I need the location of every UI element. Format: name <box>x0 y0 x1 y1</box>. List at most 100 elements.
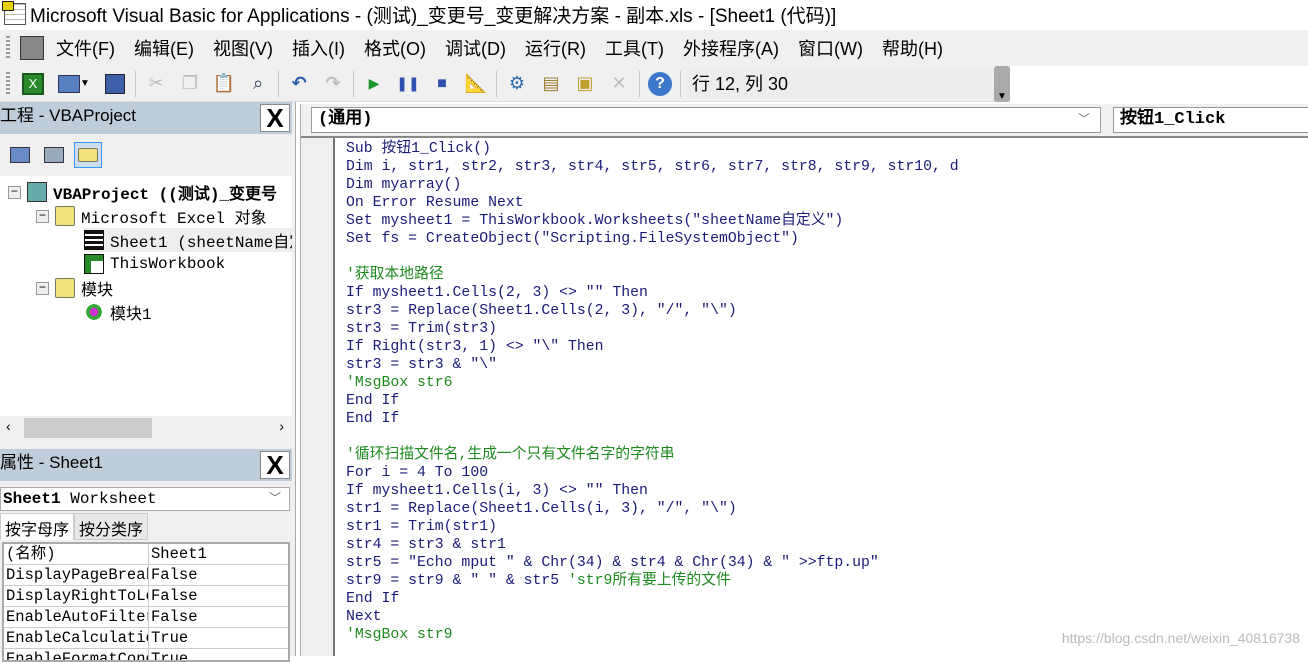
tab-alphabetic[interactable]: 按字母序 <box>0 513 75 540</box>
tree-node-thisworkbook[interactable]: ThisWorkbook <box>84 252 225 276</box>
code-line[interactable]: Sub 按钮1_Click() <box>346 140 959 158</box>
menu-view[interactable]: 视图(V) <box>213 35 273 61</box>
code-line[interactable]: str3 = Trim(str3) <box>346 320 959 338</box>
property-row[interactable]: DisplayPageBreaks False <box>4 565 288 586</box>
scroll-right-icon[interactable]: › <box>279 418 284 434</box>
save-icon[interactable] <box>102 71 128 97</box>
code-line[interactable]: str1 = Trim(str1) <box>346 518 959 536</box>
collapse-icon[interactable]: − <box>8 185 21 199</box>
scroll-thumb[interactable] <box>24 418 152 438</box>
project-close-button[interactable]: X <box>260 104 290 132</box>
procedure-dropdown[interactable]: 按钮1_Click <box>1113 107 1308 133</box>
code-line[interactable]: 'MsgBox str9 <box>346 626 959 644</box>
code-line[interactable]: str4 = str3 & str1 <box>346 536 959 554</box>
property-row[interactable]: DisplayRightToLeftFalse <box>4 586 288 607</box>
menubar-grip[interactable] <box>6 36 10 60</box>
property-value[interactable]: False <box>149 607 198 627</box>
property-value[interactable]: False <box>149 586 198 606</box>
code-line[interactable]: On Error Resume Next <box>346 194 959 212</box>
tree-node-modules[interactable]: − 模块 <box>36 276 113 300</box>
insert-userform-icon[interactable]: ▼ <box>54 71 94 97</box>
collapse-icon[interactable]: − <box>36 281 49 295</box>
code-line[interactable]: End If <box>346 590 959 608</box>
properties-window-icon[interactable]: ▤ <box>538 71 564 97</box>
code-text: Dim i, str1, str2, str3, str4, str5, str… <box>346 159 959 175</box>
code-line[interactable] <box>346 428 959 446</box>
code-line[interactable]: str3 = str3 & "\" <box>346 356 959 374</box>
code-line[interactable]: If mysheet1.Cells(i, 3) <> "" Then <box>346 482 959 500</box>
tab-categorized[interactable]: 按分类序 <box>74 513 149 540</box>
menu-edit[interactable]: 编辑(E) <box>134 35 194 61</box>
view-code-icon[interactable] <box>6 142 34 168</box>
project-horizontal-scrollbar[interactable]: ‹ › <box>0 416 292 440</box>
property-row[interactable]: EnableCalculation True <box>4 628 288 649</box>
help-icon[interactable]: ? <box>647 71 673 97</box>
tree-node-excel-objects[interactable]: − Microsoft Excel 对象 <box>36 204 267 228</box>
code-line[interactable]: str5 = "Echo mput " & Chr(34) & str4 & C… <box>346 554 959 572</box>
property-row[interactable]: EnableAutoFilter False <box>4 607 288 628</box>
menu-insert[interactable]: 插入(I) <box>292 35 345 61</box>
object-dropdown[interactable]: (通用) ﹀ <box>311 107 1101 133</box>
chevron-down-icon[interactable]: ﹀ <box>1078 108 1090 132</box>
cut-icon[interactable]: ✂ <box>143 71 169 97</box>
toggle-folders-icon[interactable] <box>74 142 102 168</box>
view-object-icon[interactable] <box>40 142 68 168</box>
menu-run[interactable]: 运行(R) <box>525 35 586 61</box>
code-line[interactable]: End If <box>346 410 959 428</box>
code-line[interactable]: str3 = Replace(Sheet1.Cells(2, 3), "/", … <box>346 302 959 320</box>
break-icon[interactable]: ❚❚ <box>395 71 421 97</box>
menu-help[interactable]: 帮助(H) <box>882 35 943 61</box>
code-editor[interactable]: Sub 按钮1_Click() Dim i, str1, str2, str3, … <box>301 136 1308 656</box>
code-line[interactable]: '循环扫描文件名,生成一个只有文件名字的字符串 <box>346 446 959 464</box>
menu-debug[interactable]: 调试(D) <box>445 35 506 61</box>
code-line[interactable]: 'MsgBox str6 <box>346 374 959 392</box>
toolbox-icon[interactable]: ✕ <box>606 71 632 97</box>
code-line[interactable]: For i = 4 To 100 <box>346 464 959 482</box>
scroll-left-icon[interactable]: ‹ <box>6 418 11 434</box>
design-mode-icon[interactable]: 📐 <box>463 71 489 97</box>
find-icon[interactable]: ⌕ <box>245 71 271 97</box>
undo-icon[interactable]: ↶ <box>286 71 312 97</box>
tree-node-sheet1[interactable]: Sheet1 (sheetName自定义) <box>84 228 292 252</box>
code-line[interactable]: Next <box>346 608 959 626</box>
code-lines[interactable]: Sub 按钮1_Click() Dim i, str1, str2, str3, … <box>346 140 959 644</box>
view-excel-icon[interactable]: X <box>20 71 46 97</box>
reset-icon[interactable]: ■ <box>429 71 455 97</box>
collapse-icon[interactable]: − <box>36 209 49 223</box>
code-line[interactable]: Dim i, str1, str2, str3, str4, str5, str… <box>346 158 959 176</box>
code-line[interactable]: Set fs = CreateObject("Scripting.FileSys… <box>346 230 959 248</box>
code-line[interactable]: If Right(str3, 1) <> "\" Then <box>346 338 959 356</box>
tree-node-vbaproject[interactable]: − VBAProject ((测试)_变更号 <box>8 180 277 204</box>
tree-node-module1[interactable]: 模块1 <box>84 300 152 324</box>
code-line[interactable]: '获取本地路径 <box>346 266 959 284</box>
project-explorer-icon[interactable]: ⚙ <box>504 71 530 97</box>
properties-object-select[interactable]: Sheet1 Worksheet ﹀ <box>0 487 290 511</box>
object-browser-icon[interactable]: ▣ <box>572 71 598 97</box>
redo-icon[interactable]: ↷ <box>320 71 346 97</box>
code-line[interactable]: If mysheet1.Cells(2, 3) <> "" Then <box>346 284 959 302</box>
menu-window[interactable]: 窗口(W) <box>798 35 863 61</box>
code-line[interactable]: str9 = str9 & " " & str5 'str9所有要上传的文件 <box>346 572 959 590</box>
code-line[interactable] <box>346 248 959 266</box>
property-value[interactable]: Sheet1 <box>149 544 207 564</box>
property-value[interactable]: False <box>149 565 198 585</box>
menu-tools[interactable]: 工具(T) <box>605 35 664 61</box>
toolbar-grip[interactable] <box>6 71 10 96</box>
property-value[interactable]: True <box>149 628 188 648</box>
menu-format[interactable]: 格式(O) <box>364 35 426 61</box>
code-line[interactable]: str1 = Replace(Sheet1.Cells(i, 3), "/", … <box>346 500 959 518</box>
menu-addins[interactable]: 外接程序(A) <box>683 35 779 61</box>
properties-close-button[interactable]: X <box>260 451 290 479</box>
margin-indicator-bar[interactable] <box>301 138 335 656</box>
code-line[interactable]: End If <box>346 392 959 410</box>
toolbar-options-button[interactable]: ▼ <box>994 66 1010 102</box>
menu-file[interactable]: 文件(F) <box>56 35 115 61</box>
code-line[interactable]: Dim myarray() <box>346 176 959 194</box>
code-line[interactable]: Set mysheet1 = ThisWorkbook.Worksheets("… <box>346 212 959 230</box>
chevron-down-icon[interactable]: ﹀ <box>269 488 281 510</box>
property-row[interactable]: (名称) Sheet1 <box>4 544 288 565</box>
copy-icon[interactable]: ❐ <box>177 71 203 97</box>
run-icon[interactable]: ▶ <box>361 71 387 97</box>
excel-vba-icon[interactable] <box>20 36 44 60</box>
paste-icon[interactable]: 📋 <box>211 71 237 97</box>
